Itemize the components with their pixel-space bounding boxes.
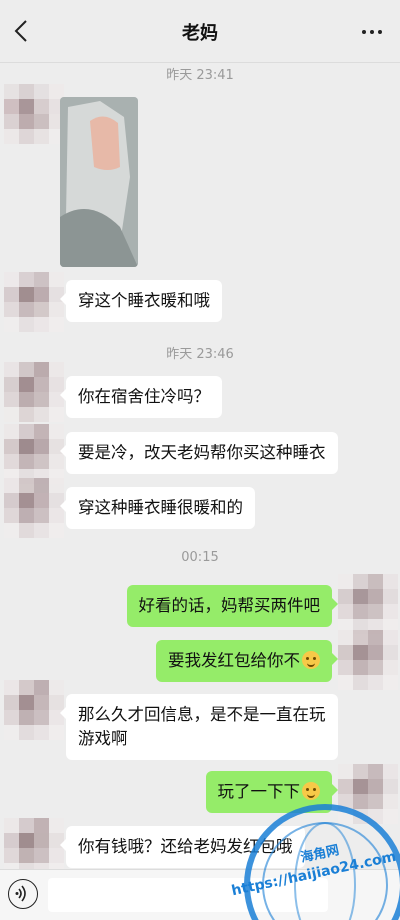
chat-screen: 老妈 昨天 23:41 穿这个睡衣暖和哦 昨天 23:46 你在宿舍住冷吗？ 要…: [0, 0, 400, 920]
message-incoming[interactable]: 你在宿舍住冷吗？: [60, 376, 222, 418]
avatar[interactable]: [4, 424, 64, 484]
message-incoming[interactable]: 穿这种睡衣睡很暖和的: [60, 487, 255, 529]
message-outgoing[interactable]: 要我发红包给你不: [156, 640, 338, 682]
avatar[interactable]: [4, 478, 64, 538]
chat-title: 老妈: [182, 23, 218, 44]
avatar[interactable]: [4, 272, 64, 332]
message-outgoing[interactable]: 好看的话，妈帮买两件吧: [126, 585, 338, 627]
avatar-self[interactable]: [338, 574, 398, 634]
message-text: 要我发红包给你不: [168, 651, 300, 670]
timestamp: 昨天 23:46: [166, 347, 234, 362]
timestamp: 00:15: [181, 550, 219, 565]
message-incoming[interactable]: 穿这个睡衣暖和哦: [60, 280, 222, 322]
photo-message[interactable]: [60, 97, 138, 267]
message-incoming[interactable]: 要是冷，改天老妈帮你买这种睡衣: [60, 432, 338, 474]
voice-icon[interactable]: [8, 879, 38, 909]
avatar[interactable]: [4, 362, 64, 422]
message-incoming[interactable]: 那么久才回信息，是不是一直在玩游戏啊: [60, 694, 338, 760]
avatar[interactable]: [4, 84, 64, 144]
avatar[interactable]: [4, 680, 64, 740]
emoji-icon: [302, 651, 320, 669]
more-dots-icon[interactable]: [360, 20, 384, 44]
timestamp: 昨天 23:41: [166, 68, 234, 83]
avatar-self[interactable]: [338, 630, 398, 690]
chat-header: 老妈: [0, 0, 400, 63]
